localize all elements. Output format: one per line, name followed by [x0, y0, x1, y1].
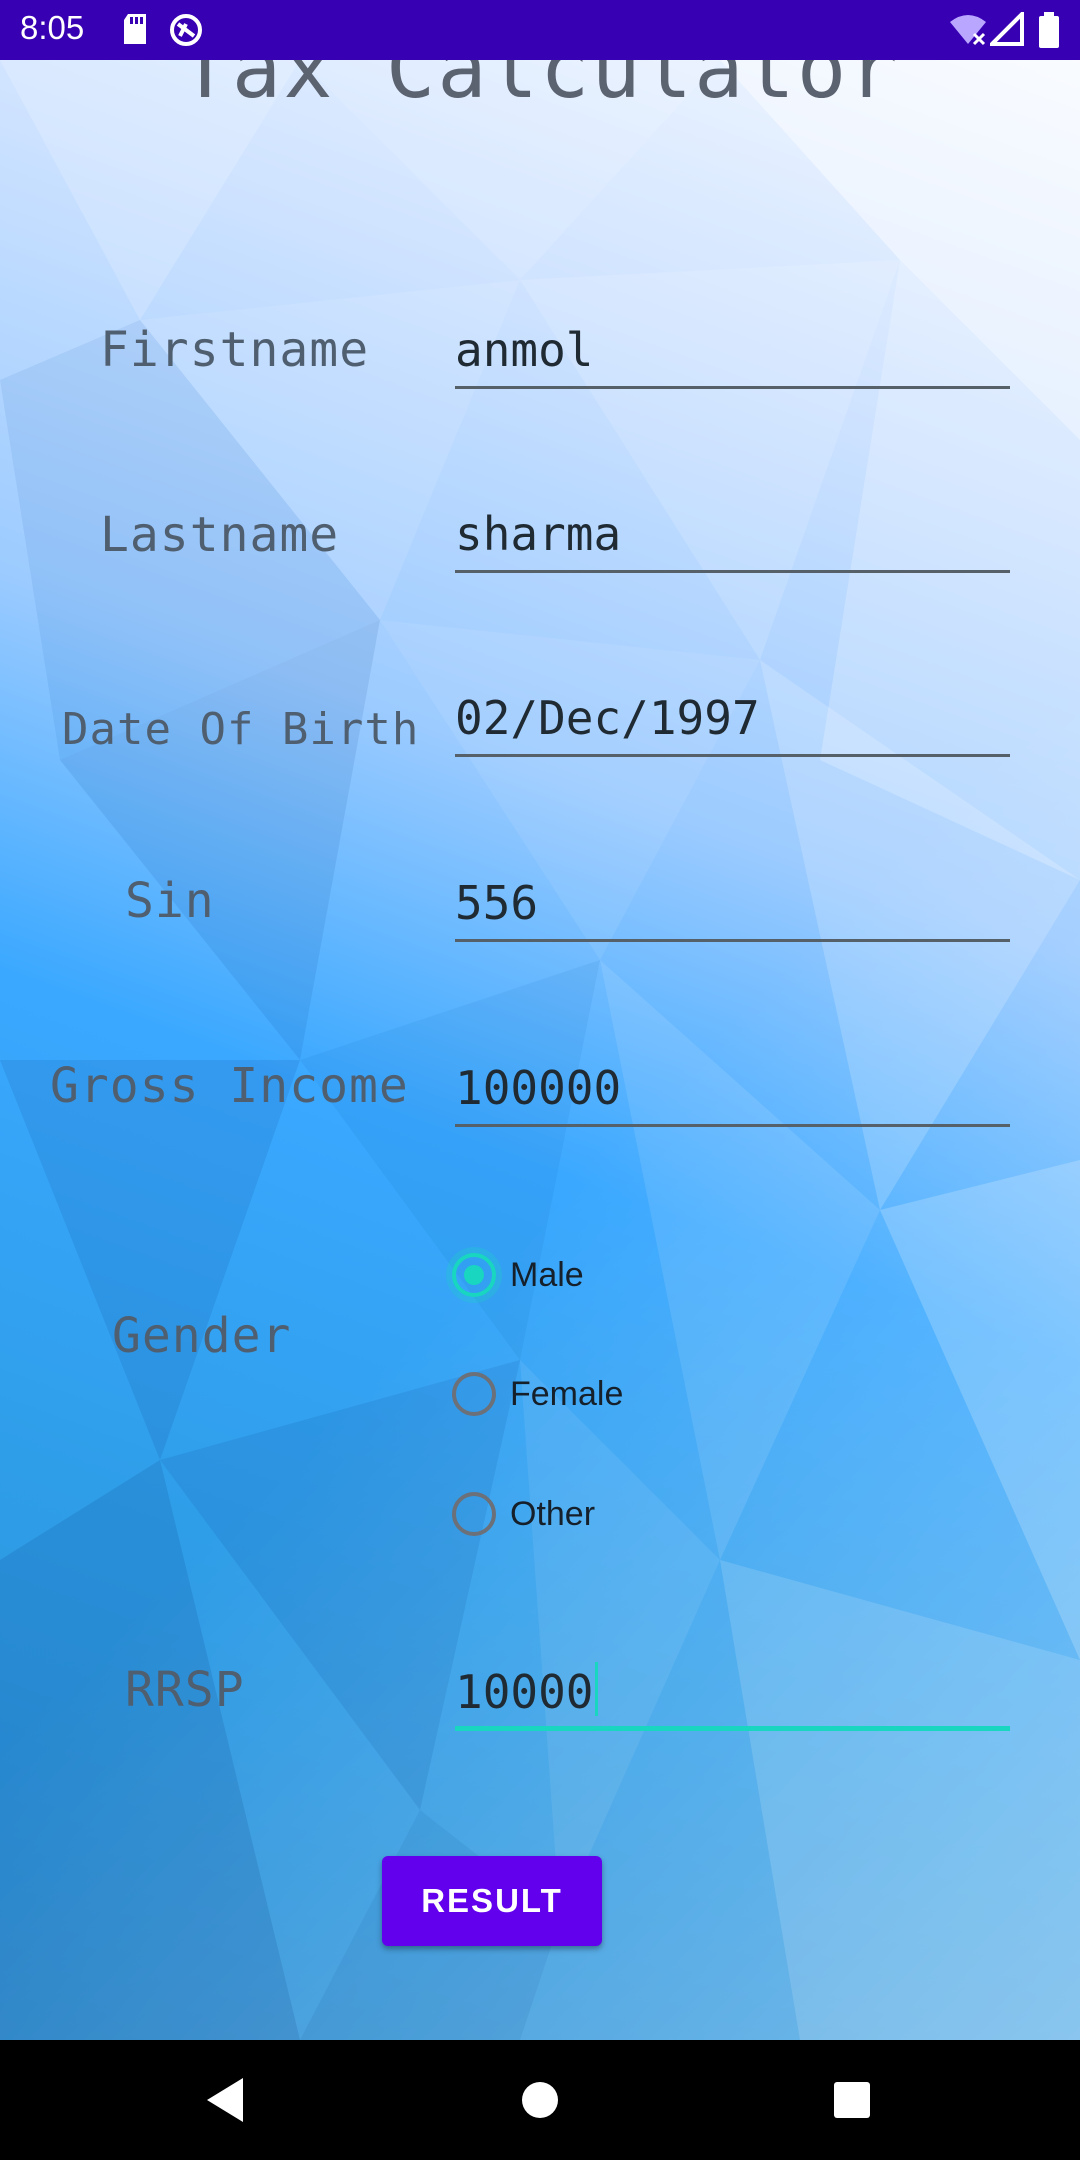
wifi-icon	[950, 15, 986, 46]
radio-female[interactable]: Female	[452, 1366, 623, 1422]
gender-label: Gender	[112, 1308, 292, 1364]
rrsp-underline	[455, 1726, 1010, 1731]
lastname-label: Lastname	[100, 507, 340, 563]
dob-value: 02/Dec/1997	[455, 691, 760, 745]
firstname-label: Firstname	[100, 322, 370, 378]
form-screen: Tax Calculator Firstname anmol Lastname …	[0, 60, 1080, 2040]
firstname-field[interactable]: anmol	[455, 323, 1010, 389]
battery-icon	[1039, 12, 1059, 48]
rrsp-field[interactable]: 10000	[455, 1662, 1010, 1731]
firstname-value: anmol	[455, 323, 594, 377]
firstname-underline	[455, 386, 1010, 389]
sin-label: Sin	[125, 873, 215, 929]
income-field[interactable]: 100000	[455, 1061, 1010, 1127]
status-bar: 8:05	[0, 0, 1080, 60]
rrsp-value: 10000	[455, 1665, 594, 1719]
sync-icon	[170, 14, 202, 46]
radio-male-label: Male	[510, 1255, 584, 1294]
rrsp-value-wrap: 10000	[455, 1662, 599, 1719]
page-title: Tax Calculator	[180, 60, 900, 117]
signal-icon	[990, 12, 1024, 46]
lastname-underline	[455, 570, 1010, 573]
income-underline	[455, 1124, 1010, 1127]
income-label: Gross Income	[50, 1058, 409, 1114]
home-icon[interactable]	[510, 2070, 570, 2130]
radio-female-circle	[452, 1372, 496, 1416]
text-cursor	[595, 1662, 599, 1716]
sin-underline	[455, 939, 1010, 942]
dob-label: Date Of Birth	[62, 704, 420, 755]
sin-value: 556	[455, 876, 539, 930]
recents-icon[interactable]	[822, 2070, 882, 2130]
income-value: 100000	[455, 1061, 622, 1115]
back-icon[interactable]	[195, 2070, 255, 2130]
dob-underline	[455, 754, 1010, 757]
navigation-bar	[0, 2040, 1080, 2160]
radio-female-label: Female	[510, 1374, 624, 1413]
status-time: 8:05	[20, 9, 85, 46]
result-button[interactable]: RESULT	[382, 1856, 602, 1946]
radio-male-circle	[452, 1253, 496, 1297]
lastname-field[interactable]: sharma	[455, 507, 1010, 573]
sd-card-icon	[124, 14, 146, 44]
dob-field[interactable]: 02/Dec/1997	[455, 691, 1010, 757]
lastname-value: sharma	[455, 507, 622, 561]
radio-other-label: Other	[510, 1494, 596, 1533]
radio-other-circle	[452, 1492, 496, 1536]
rrsp-label: RRSP	[125, 1662, 245, 1718]
radio-male[interactable]: Male	[452, 1247, 584, 1303]
radio-other[interactable]: Other	[452, 1486, 595, 1542]
sin-field[interactable]: 556	[455, 876, 1010, 942]
